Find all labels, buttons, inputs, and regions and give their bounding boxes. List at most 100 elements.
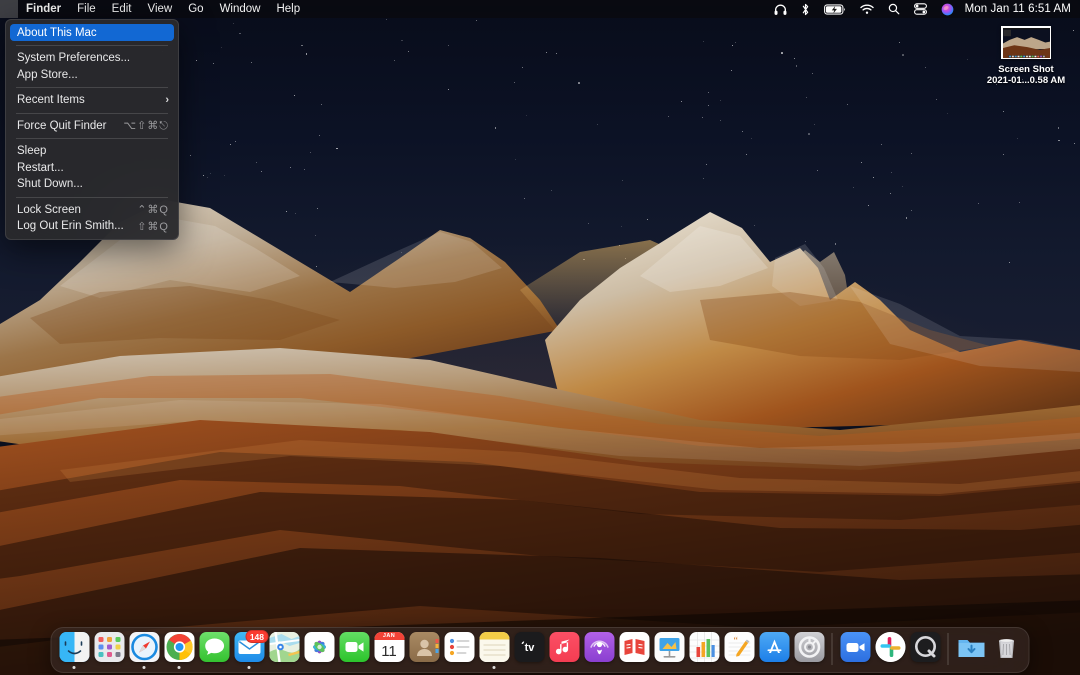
dock-item-calendar[interactable]: JAN 11 (373, 632, 405, 674)
dock-item-launchpad[interactable] (93, 632, 125, 674)
bluetooth-icon[interactable] (794, 0, 817, 18)
menu-item-finder[interactable]: Finder (18, 0, 69, 18)
wifi-icon[interactable] (853, 0, 881, 18)
menu-item-file[interactable]: File (69, 0, 104, 18)
menu-option-sleep[interactable]: Sleep (6, 143, 178, 160)
notes-icon (479, 632, 509, 662)
dock-item-system-preferences[interactable] (793, 632, 825, 674)
dock-item-trash[interactable] (990, 632, 1022, 674)
menu-option-label: About This Mac (17, 27, 165, 39)
mail-unread-badge: 148 (246, 630, 268, 643)
menu-bar-app-menus: Finder File Edit View Go Window Help (0, 0, 308, 18)
running-indicator (423, 666, 426, 669)
dock-item-downloads-folder[interactable] (955, 632, 987, 674)
menu-option-app-store[interactable]: App Store... (6, 67, 178, 84)
headphones-icon[interactable] (767, 0, 794, 18)
quicktime-icon (910, 632, 940, 662)
menu-option-label: Shut Down... (17, 178, 169, 190)
safari-icon (129, 632, 159, 662)
slack-icon (875, 632, 905, 662)
running-indicator (1005, 666, 1008, 669)
menu-option-label: Recent Items (17, 94, 165, 106)
desktop-file-screenshot[interactable]: Screen Shot 2021-01...0.58 AM (978, 26, 1074, 86)
menu-option-label: Log Out Erin Smith... (17, 220, 137, 232)
menu-option-label: System Preferences... (17, 52, 169, 64)
calendar-month: JAN (374, 632, 404, 640)
menu-bar-clock[interactable]: Mon Jan 11 6:51 AM (961, 3, 1071, 15)
downloads-folder-icon (956, 632, 986, 662)
menu-item-edit[interactable]: Edit (104, 0, 140, 18)
svg-text:“: “ (733, 636, 738, 647)
menu-option-shortcut: ⌥⇧⌘⎋ (123, 119, 169, 133)
siri-icon[interactable] (934, 0, 961, 18)
dock-item-photos[interactable] (303, 632, 335, 674)
chevron-right-icon: › (165, 94, 169, 106)
menu-option-log-out[interactable]: Log Out Erin Smith... ⇧⌘Q (6, 218, 178, 235)
running-indicator (108, 666, 111, 669)
contacts-icon (409, 632, 439, 662)
control-center-icon[interactable] (907, 0, 934, 18)
dock-item-keynote[interactable] (653, 632, 685, 674)
running-indicator (738, 666, 741, 669)
dock-item-safari[interactable] (128, 632, 160, 674)
menu-item-help[interactable]: Help (268, 0, 308, 18)
menu-option-shut-down[interactable]: Shut Down... (6, 176, 178, 193)
dock-item-reminders[interactable] (443, 632, 475, 674)
finder-icon (59, 632, 89, 662)
menu-option-shortcut: ⌃⌘Q (137, 203, 169, 216)
menu-option-force-quit-finder[interactable]: Force Quit Finder ⌥⇧⌘⎋ (6, 118, 178, 135)
menu-item-go[interactable]: Go (180, 0, 211, 18)
dock-item-quicktime[interactable] (909, 632, 941, 674)
running-indicator (528, 666, 531, 669)
dock-item-messages[interactable] (198, 632, 230, 674)
menu-option-recent-items[interactable]: Recent Items › (6, 92, 178, 109)
apple-tv-icon: tv (514, 632, 544, 662)
dock-separator (832, 633, 833, 665)
dock-item-apple-tv[interactable]: tv (513, 632, 545, 674)
dock-item-chrome[interactable] (163, 632, 195, 674)
dock-item-podcasts[interactable] (583, 632, 615, 674)
menu-separator (16, 45, 168, 46)
dock-item-news[interactable] (618, 632, 650, 674)
spotlight-search-icon[interactable] (881, 0, 907, 18)
menu-option-system-preferences[interactable]: System Preferences... (6, 50, 178, 67)
dock-item-finder[interactable] (58, 632, 90, 674)
podcasts-icon (584, 632, 614, 662)
menu-separator (16, 113, 168, 114)
dock-item-contacts[interactable] (408, 632, 440, 674)
menu-option-about-this-mac[interactable]: About This Mac (10, 24, 174, 41)
photos-icon (304, 632, 334, 662)
screenshot-file-icon (1001, 26, 1051, 59)
menu-option-label: Restart... (17, 162, 169, 174)
menu-option-restart[interactable]: Restart... (6, 160, 178, 177)
menu-option-label: Force Quit Finder (17, 120, 123, 132)
calendar-day: 11 (381, 640, 397, 662)
menu-separator (16, 87, 168, 88)
running-indicator (773, 666, 776, 669)
menu-item-window[interactable]: Window (212, 0, 269, 18)
running-indicator (854, 666, 857, 669)
menu-option-lock-screen[interactable]: Lock Screen ⌃⌘Q (6, 202, 178, 219)
dock-item-numbers[interactable] (688, 632, 720, 674)
dock-item-mail[interactable]: 148 (233, 632, 265, 674)
zoom-icon (840, 632, 870, 662)
dock-item-slack[interactable] (874, 632, 906, 674)
messages-icon (199, 632, 229, 662)
menu-item-view[interactable]: View (140, 0, 181, 18)
running-indicator (213, 666, 216, 669)
dock-item-notes[interactable] (478, 632, 510, 674)
dock: 148 (51, 627, 1030, 673)
dock-item-pages[interactable]: “ (723, 632, 755, 674)
dock-item-music[interactable] (548, 632, 580, 674)
dock-item-facetime[interactable] (338, 632, 370, 674)
system-preferences-icon (794, 632, 824, 662)
battery-charging-icon[interactable] (817, 0, 853, 18)
pages-icon: “ (724, 632, 754, 662)
running-indicator (248, 666, 251, 669)
running-indicator (283, 666, 286, 669)
dock-item-maps[interactable] (268, 632, 300, 674)
apple-logo-icon[interactable] (0, 0, 18, 18)
menu-bar-status-items: Mon Jan 11 6:51 AM (767, 0, 1080, 18)
dock-item-app-store[interactable] (758, 632, 790, 674)
dock-item-zoom[interactable] (839, 632, 871, 674)
